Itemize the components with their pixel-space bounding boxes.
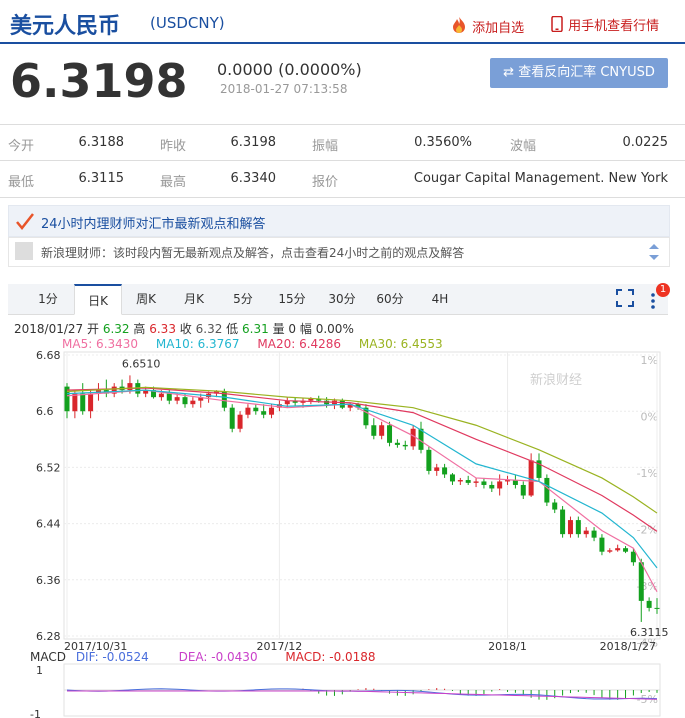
- y-tick-label: 6.52: [36, 461, 61, 474]
- x-tick-label: 2018/1: [488, 640, 527, 653]
- candle-body: [528, 460, 534, 496]
- candle-body: [520, 484, 526, 496]
- candle-body: [229, 407, 235, 429]
- candle-body: [560, 509, 566, 535]
- x-tick-label: 2018/1/27: [600, 640, 656, 653]
- macd-y-tick: 1: [36, 664, 43, 677]
- candle-body: [552, 502, 558, 510]
- pct-tick-label: -1%: [637, 467, 658, 480]
- candle-body: [237, 414, 243, 429]
- y-tick-label: 6.68: [36, 349, 61, 362]
- watermark-text: 新浪财经: [530, 372, 582, 388]
- y-tick-label: 6.36: [36, 574, 61, 587]
- candle-body: [387, 425, 393, 443]
- macd-legend: MACD DIF: -0.0524 DEA: -0.0430 MACD: -0.…: [30, 650, 376, 664]
- candle-body: [261, 411, 267, 415]
- candle-body: [599, 537, 605, 552]
- candle-body: [654, 607, 660, 609]
- min-annotation: 6.3115: [630, 626, 669, 639]
- candle-body: [623, 548, 629, 552]
- candlestick-chart: 6.686.66.526.446.366.281%0%-1%-2%-3%-4%-…: [30, 349, 669, 718]
- candle-body: [638, 562, 644, 601]
- candle-body: [497, 481, 503, 489]
- candle-body: [174, 397, 180, 401]
- candle-body: [269, 407, 275, 415]
- candle-body: [583, 530, 589, 535]
- y-tick-label: 6.6: [36, 405, 54, 418]
- candle-body: [72, 393, 78, 412]
- candle-body: [481, 481, 487, 485]
- candle-body: [465, 480, 471, 483]
- macd-value: MACD: -0.0188: [285, 650, 376, 664]
- macd-dea: DEA: -0.0430: [178, 650, 258, 664]
- candle-body: [166, 393, 172, 401]
- candle-body: [394, 442, 400, 445]
- candle-body: [630, 551, 636, 563]
- candle-body: [489, 484, 495, 489]
- candle-body: [88, 393, 94, 412]
- dea-line: [67, 690, 658, 700]
- y-tick-label: 6.44: [36, 518, 61, 531]
- candle-body: [442, 467, 448, 475]
- ma5-line: [66, 389, 658, 593]
- candle-body: [426, 449, 432, 471]
- candle-body: [245, 407, 251, 415]
- ma30-line: [66, 386, 658, 514]
- candle-body: [607, 550, 613, 552]
- pct-tick-label: 1%: [641, 354, 658, 367]
- candle-body: [646, 600, 652, 608]
- candle-body: [615, 548, 621, 551]
- candle-body: [158, 393, 164, 398]
- candle-body: [182, 397, 188, 405]
- candle-body: [449, 474, 455, 482]
- candle-body: [253, 407, 259, 412]
- candle-body: [457, 480, 463, 482]
- max-annotation: 6.6510: [122, 357, 161, 370]
- candle-body: [80, 393, 86, 412]
- macd-y-tick: -1: [30, 708, 41, 718]
- macd-title: MACD: [30, 650, 66, 664]
- y-tick-label: 6.28: [36, 630, 61, 643]
- candle-body: [544, 477, 550, 503]
- candle-body: [434, 467, 440, 471]
- candle-body: [371, 425, 377, 436]
- candle-body: [567, 520, 573, 535]
- candle-body: [190, 400, 196, 405]
- candle-body: [473, 481, 479, 483]
- pct-tick-label: 0%: [641, 411, 658, 424]
- macd-dif: DIF: -0.0524: [75, 650, 149, 664]
- candle-body: [402, 444, 408, 447]
- candle-body: [575, 520, 581, 535]
- candle-body: [379, 425, 385, 436]
- candle-body: [591, 530, 597, 538]
